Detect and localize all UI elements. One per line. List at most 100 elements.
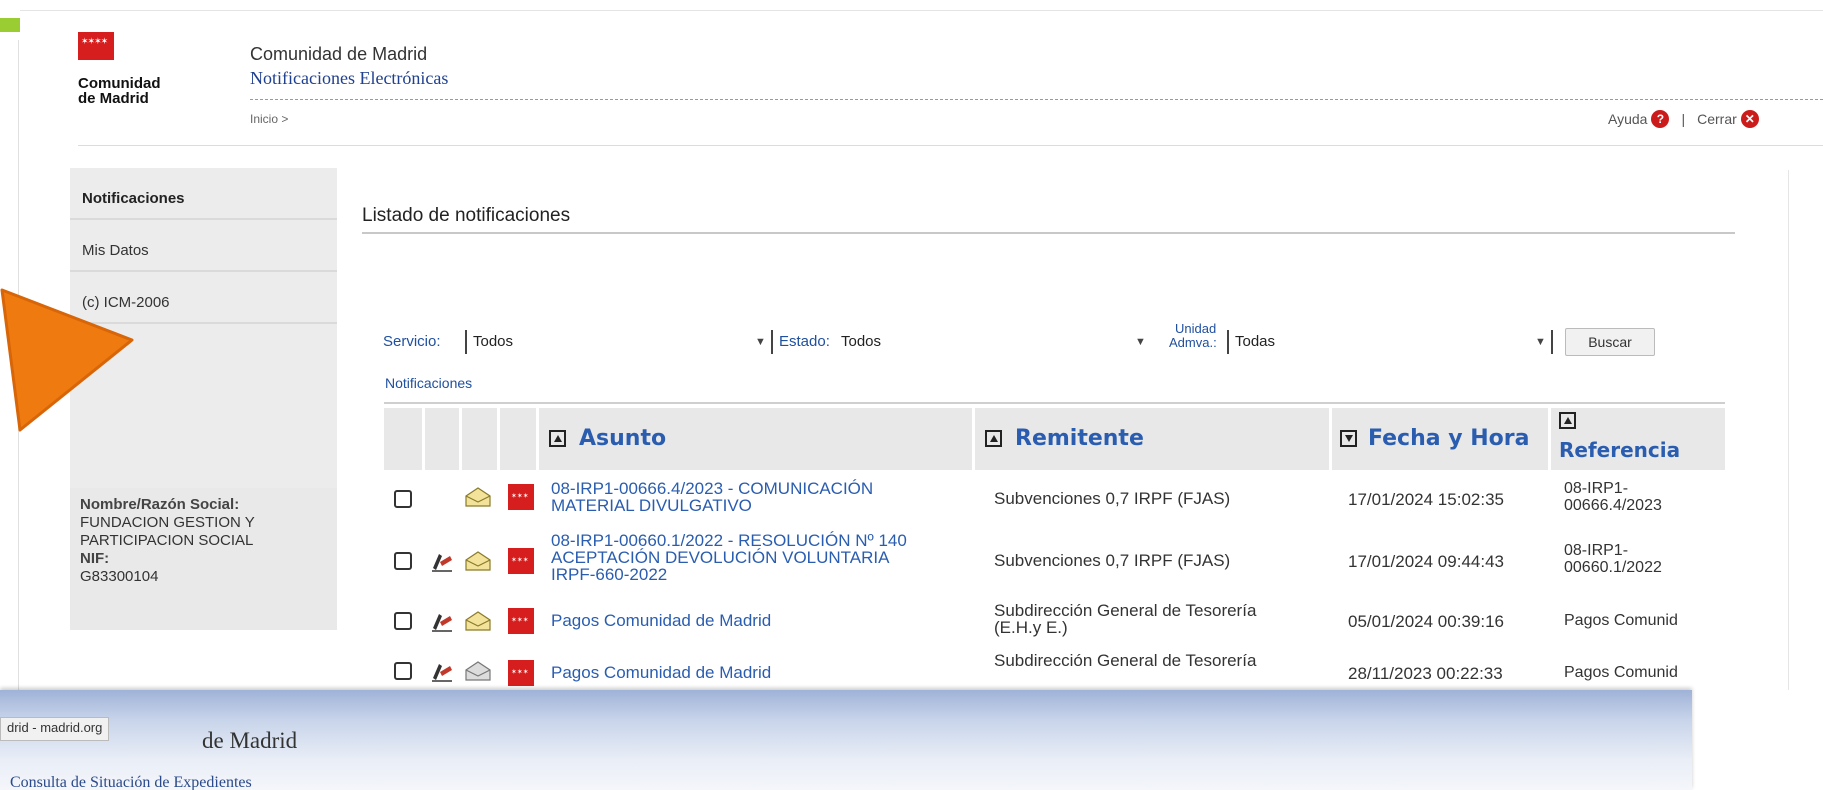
- nif-label: NIF:: [80, 550, 110, 567]
- sort-desc-icon[interactable]: [1340, 430, 1357, 447]
- notifications-label: Notificaciones: [385, 375, 473, 391]
- logo-text: Comunidad de Madrid: [78, 75, 161, 107]
- envelope-open-icon: [465, 487, 491, 507]
- row-checkbox[interactable]: [394, 612, 412, 630]
- table-header: Asunto Remitente Fecha y Hora Referencia: [384, 408, 1725, 470]
- close-link[interactable]: Cerrar: [1697, 111, 1737, 127]
- row-fecha: 17/01/2024 09:44:43: [1348, 552, 1504, 571]
- row-checkbox[interactable]: [394, 662, 412, 680]
- signature-pen-icon: [432, 664, 452, 682]
- overlay-window[interactable]: drid - madrid.org de Madrid Consulta de …: [0, 690, 1692, 790]
- page-title: Listado de notificaciones: [362, 205, 571, 226]
- unidad-select[interactable]: Todas: [1235, 333, 1275, 350]
- madrid-origin-icon: ✶✶✶: [508, 484, 534, 510]
- row-remitente: Subdirección General de Tesorería (E.H.y…: [994, 601, 1257, 637]
- search-button[interactable]: Buscar: [1565, 328, 1655, 356]
- screenshot-stage: ✶✶✶✶ Comunidad de Madrid Comunidad de Ma…: [0, 0, 1823, 790]
- column-referencia[interactable]: Referencia: [1559, 438, 1680, 462]
- header-subtitle: Notificaciones Electrónicas: [250, 68, 449, 88]
- signature-pen-icon: [432, 614, 452, 632]
- popup-subtitle: Consulta de Situación de Expedientes: [10, 774, 252, 790]
- header-cell-origin: [500, 408, 536, 470]
- right-border: [1788, 170, 1789, 690]
- filter-bar: Servicio: Todos ▼ Estado: Todos ▼ Unidad…: [383, 322, 1663, 370]
- nif-value: G83300104: [80, 568, 159, 585]
- column-remitente[interactable]: Remitente: [1015, 426, 1144, 451]
- header-cell-referencia[interactable]: Referencia: [1551, 408, 1725, 470]
- sort-asc-icon[interactable]: [549, 430, 566, 447]
- table-row[interactable]: ✶✶✶ 08-IRP1-00666.4/2023 - COMUNICACIÓN …: [384, 474, 1725, 528]
- servicio-select[interactable]: Todos: [473, 333, 513, 350]
- table-row[interactable]: ✶✶✶ Pagos Comunidad de Madrid Subdirecci…: [384, 598, 1725, 646]
- servicio-divider: [465, 330, 467, 354]
- estado-select[interactable]: Todos: [841, 333, 881, 350]
- row-asunto-link[interactable]: Pagos Comunidad de Madrid: [551, 664, 971, 681]
- header-cell-asunto[interactable]: Asunto: [539, 408, 972, 470]
- close-icon[interactable]: ✕: [1740, 110, 1759, 128]
- row-remitente: Subvenciones 0,7 IRPF (FJAS): [994, 551, 1231, 570]
- madrid-flag-icon: ✶✶✶✶: [78, 32, 114, 60]
- table-row[interactable]: ✶✶✶ 08-IRP1-00660.1/2022 - RESOLUCIÓN Nº…: [384, 530, 1725, 596]
- row-remitente: Subvenciones 0,7 IRPF (FJAS): [994, 489, 1231, 508]
- popup-title: de Madrid: [202, 728, 298, 753]
- row-fecha: 17/01/2024 15:02:35: [1348, 490, 1504, 509]
- row-remitente: Subdirección General de Tesorería: [994, 651, 1257, 670]
- notifications-rule: [384, 402, 1725, 404]
- row-asunto-link[interactable]: 08-IRP1-00660.1/2022 - RESOLUCIÓN Nº 140…: [551, 532, 971, 583]
- signature-pen-icon: [432, 554, 452, 572]
- row-referencia: 08-IRP1- 00660.1/2022: [1564, 542, 1662, 576]
- sort-asc-icon[interactable]: [1559, 412, 1576, 429]
- row-referencia: 08-IRP1- 00666.4/2023: [1564, 480, 1662, 514]
- envelope-open-icon: [465, 551, 491, 571]
- madrid-origin-icon: ✶✶✶: [508, 548, 534, 574]
- envelope-open-icon: [465, 611, 491, 631]
- lime-corner-marker: [0, 18, 20, 32]
- entity-name-line1: FUNDACION GESTION Y: [80, 514, 255, 531]
- unidad-divider: [1227, 330, 1229, 354]
- madrid-origin-icon: ✶✶✶: [508, 660, 534, 686]
- actions-separator: |: [1681, 111, 1686, 127]
- unidad-chevron-down-icon[interactable]: ▼: [1535, 336, 1546, 348]
- header-bottom-rule: [78, 145, 1823, 146]
- header-actions: Ayuda ? | Cerrar ✕: [1608, 110, 1759, 128]
- header-cell-sign: [425, 408, 459, 470]
- orange-arrow-annotation: [0, 288, 134, 432]
- servicio-label: Servicio:: [383, 333, 441, 350]
- buscar-divider: [1551, 330, 1553, 354]
- row-asunto-link[interactable]: 08-IRP1-00666.4/2023 - COMUNICACIÓN MATE…: [551, 480, 971, 514]
- envelope-icon: [465, 661, 491, 681]
- header-cell-fecha[interactable]: Fecha y Hora: [1332, 408, 1548, 470]
- row-referencia: Pagos Comunid: [1564, 664, 1678, 681]
- column-asunto[interactable]: Asunto: [579, 426, 666, 451]
- header-cell-check: [384, 408, 422, 470]
- row-asunto-link[interactable]: Pagos Comunidad de Madrid: [551, 612, 971, 629]
- estado-divider: [771, 330, 773, 354]
- table-row[interactable]: ✶✶✶ Pagos Comunidad de Madrid Subdirecci…: [384, 648, 1725, 690]
- sidebar-item-mis-datos[interactable]: Mis Datos: [70, 220, 337, 272]
- comunidad-madrid-logo[interactable]: ✶✶✶✶ Comunidad de Madrid: [78, 32, 218, 142]
- header-cell-read: [462, 408, 497, 470]
- column-fecha[interactable]: Fecha y Hora: [1368, 426, 1530, 451]
- help-link[interactable]: Ayuda: [1608, 111, 1647, 127]
- entity-info: Nombre/Razón Social: FUNDACION GESTION Y…: [70, 488, 337, 630]
- row-checkbox[interactable]: [394, 490, 412, 508]
- header-cell-remitente[interactable]: Remitente: [975, 408, 1329, 470]
- madrid-origin-icon: ✶✶✶: [508, 608, 534, 634]
- header-title: Comunidad de Madrid: [250, 44, 428, 64]
- breadcrumb[interactable]: Inicio >: [250, 112, 288, 126]
- servicio-chevron-down-icon[interactable]: ▼: [755, 336, 766, 348]
- entity-label: Nombre/Razón Social:: [80, 496, 240, 513]
- sidebar-item-notificaciones[interactable]: Notificaciones: [70, 168, 337, 220]
- sort-asc-icon[interactable]: [985, 430, 1002, 447]
- entity-name-line2: PARTICIPACION SOCIAL: [80, 532, 254, 549]
- header-divider: [250, 99, 1823, 100]
- estado-label: Estado:: [779, 333, 830, 350]
- help-icon[interactable]: ?: [1651, 110, 1670, 128]
- title-rule: [362, 232, 1735, 234]
- row-checkbox[interactable]: [394, 552, 412, 570]
- popup-tooltip-tab: drid - madrid.org: [0, 717, 110, 741]
- estado-chevron-down-icon[interactable]: ▼: [1135, 336, 1146, 348]
- unidad-label: Unidad Admva.:: [1169, 321, 1217, 350]
- row-fecha: 28/11/2023 00:22:33: [1348, 664, 1503, 683]
- row-referencia: Pagos Comunid: [1564, 612, 1678, 629]
